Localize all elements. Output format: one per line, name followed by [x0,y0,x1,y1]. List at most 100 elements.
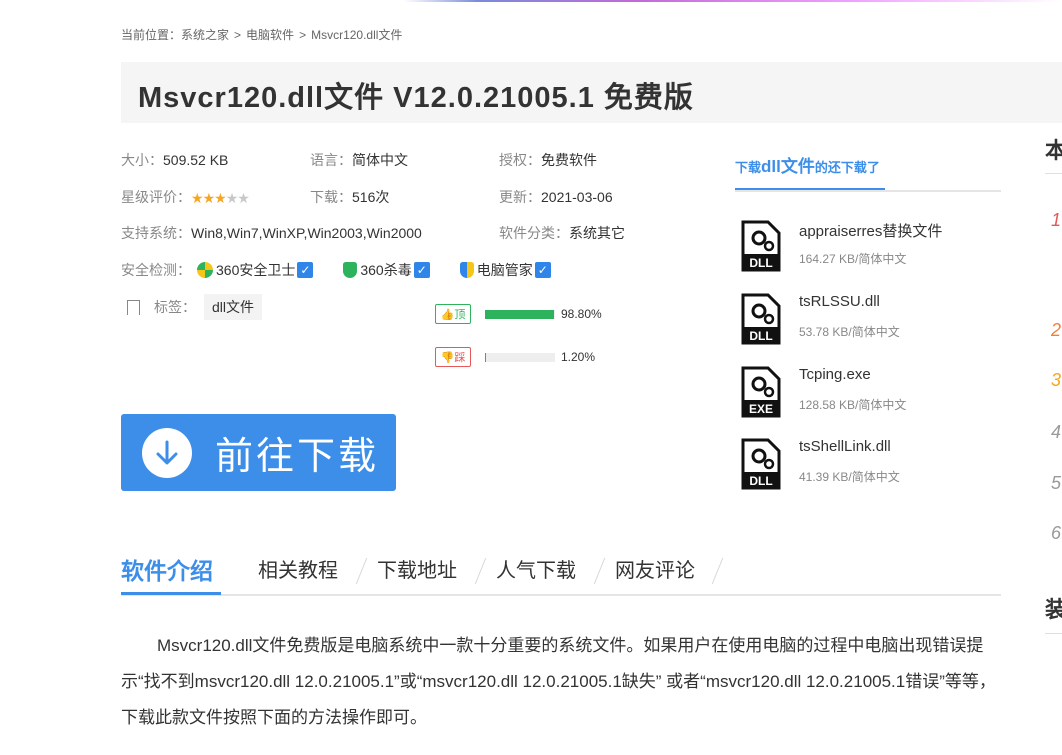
breadcrumb-category[interactable]: 电脑软件 [246,28,294,42]
update-label: 更新： [499,189,541,205]
category-value: 系统其它 [569,225,625,241]
file-name[interactable]: tsRLSSU.dll [799,293,880,310]
check-icon: ✓ [534,262,551,278]
shield-360-icon [197,262,213,278]
dll-file-icon: DLL [741,220,781,272]
file-name[interactable]: tsShellLink.dll [799,438,891,455]
breadcrumb: 当前位置：系统之家 > 电脑软件 > Msvcr120.dll文件 [121,26,402,43]
vote-up-bar [485,309,555,319]
rank-number: 6 [1051,523,1062,543]
info-os: 支持系统：Win8,Win7,WinXP,Win2003,Win2000 [121,223,422,243]
tag-chip[interactable]: dll文件 [204,294,263,320]
thumbs-down-button[interactable]: 👎 踩 [435,347,471,367]
vote-down-percent: 1.20% [561,350,596,364]
info-downloads: 下载：516次 [310,187,389,207]
divider [1045,633,1062,634]
heading-pre: 下载 [735,160,762,175]
tab-popular[interactable]: 人气下载 [496,554,576,583]
vote-down-bar [485,352,555,362]
thumbs-up-button[interactable]: 👍 顶 [435,304,471,324]
security-360-antivirus: 360杀毒 ✓ [343,260,430,280]
tab-intro[interactable]: 软件介绍 [121,552,213,586]
category-label: 软件分类： [499,225,569,241]
star-icon: ★ [202,190,216,206]
file-name[interactable]: appraiserres替换文件 [799,220,942,241]
thumbs-down-icon: 👎 [440,351,455,364]
dll-file-icon: DLL [741,293,781,345]
security-name: 360杀毒 [360,262,412,278]
info-update: 更新：2021-03-06 [499,187,613,207]
rank-number: 1 [1051,210,1062,230]
star-icon: ★ [237,190,250,206]
language-label: 语言： [310,152,352,168]
vote-up-label: 顶 [454,309,466,321]
info-size: 大小：509.52 KB [121,150,228,170]
tags-label: 标签： [154,299,196,315]
downloads-label: 下载： [310,189,352,205]
heading-post: 的还下载了 [814,160,880,175]
section-heading: 装 [1045,597,1062,622]
check-icon: ✓ [297,262,314,278]
file-meta: 128.58 KB/简体中文 [799,398,907,412]
file-name[interactable]: Tcping.exe [799,366,871,383]
file-type-label: EXE [749,402,773,416]
file-meta: 41.39 KB/简体中文 [799,470,900,484]
tab-divider [474,558,487,584]
vote-down-row: 👎 踩 1.20% [435,346,595,368]
check-icon: ✓ [413,262,430,278]
vote-down-label: 踩 [454,352,466,364]
rating-stars: ★★★★★ [191,190,250,207]
info-language: 语言：简体中文 [310,150,408,170]
tab-divider [711,558,724,584]
breadcrumb-separator: > [234,28,242,42]
info-license: 授权：免费软件 [499,150,597,170]
breadcrumb-home[interactable]: 系统之家 [181,28,229,42]
info-security: 安全检测： 360安全卫士 ✓ 360杀毒 ✓ 电脑管家 ✓ [121,260,581,280]
top-gradient-bar [0,0,1062,2]
language-value: 简体中文 [352,152,408,168]
tab-download-links[interactable]: 下载地址 [377,554,457,583]
tab-divider [593,558,606,584]
breadcrumb-prefix: 当前位置： [121,28,182,42]
star-icon: ★ [214,190,227,206]
info-category: 软件分类：系统其它 [499,223,625,243]
size-label: 大小： [121,152,163,168]
vote-up-fill [485,309,555,319]
download-button[interactable]: 前往下载 [121,414,396,491]
star-icon: ★ [225,190,239,206]
page-title: Msvcr120.dll文件 V12.0.21005.1 免费版 [138,82,694,114]
file-type-label: DLL [749,474,772,488]
shield-icon [343,262,358,278]
vote-up-percent: 98.80% [561,307,602,321]
download-arrow-icon [142,427,192,478]
info-rating: 星级评价：★★★★★ [121,187,250,207]
file-meta: 164.27 KB/简体中文 [799,252,907,266]
security-pc-manager: 电脑管家 ✓ [459,260,551,280]
vote-up-row: 👍 顶 98.80% [435,303,602,325]
content-tabs: 软件介绍 相关教程 下载地址 人气下载 网友评论 [121,550,1001,596]
breadcrumb-current[interactable]: Msvcr120.dll文件 [311,28,402,42]
rank-number: 3 [1051,370,1062,390]
download-button-label: 前往下载 [215,436,380,478]
update-value: 2021-03-06 [541,189,613,205]
file-meta: 53.78 KB/简体中文 [799,325,900,339]
also-downloaded-header: 下载dll文件的还下载了 [735,148,1001,192]
security-name: 360安全卫士 [216,262,296,278]
security-name: 电脑管家 [476,262,533,278]
title-bar: Msvcr120.dll文件 V12.0.21005.1 免费版 [121,62,1062,123]
security-360-guard: 360安全卫士 ✓ [197,260,314,280]
ranking-heading: 本 [1045,138,1062,163]
breadcrumb-separator: > [299,28,307,42]
shield-icon [459,262,474,278]
tab-tutorials[interactable]: 相关教程 [258,554,338,583]
also-downloaded-title: 下载dll文件的还下载了 [735,152,880,177]
os-value: Win8,Win7,WinXP,Win2003,Win2000 [191,225,422,241]
tab-comments[interactable]: 网友评论 [615,554,695,583]
right-ranking-column: 本 1 2 3 4 5 6 装 [1045,0,1062,755]
os-label: 支持系统： [121,225,191,241]
heading-bold: dll文件 [761,157,815,176]
security-label: 安全检测： [121,262,191,278]
dll-file-icon: DLL [741,438,781,490]
rank-number: 2 [1051,320,1062,340]
thumbs-up-icon: 👍 [440,308,455,321]
